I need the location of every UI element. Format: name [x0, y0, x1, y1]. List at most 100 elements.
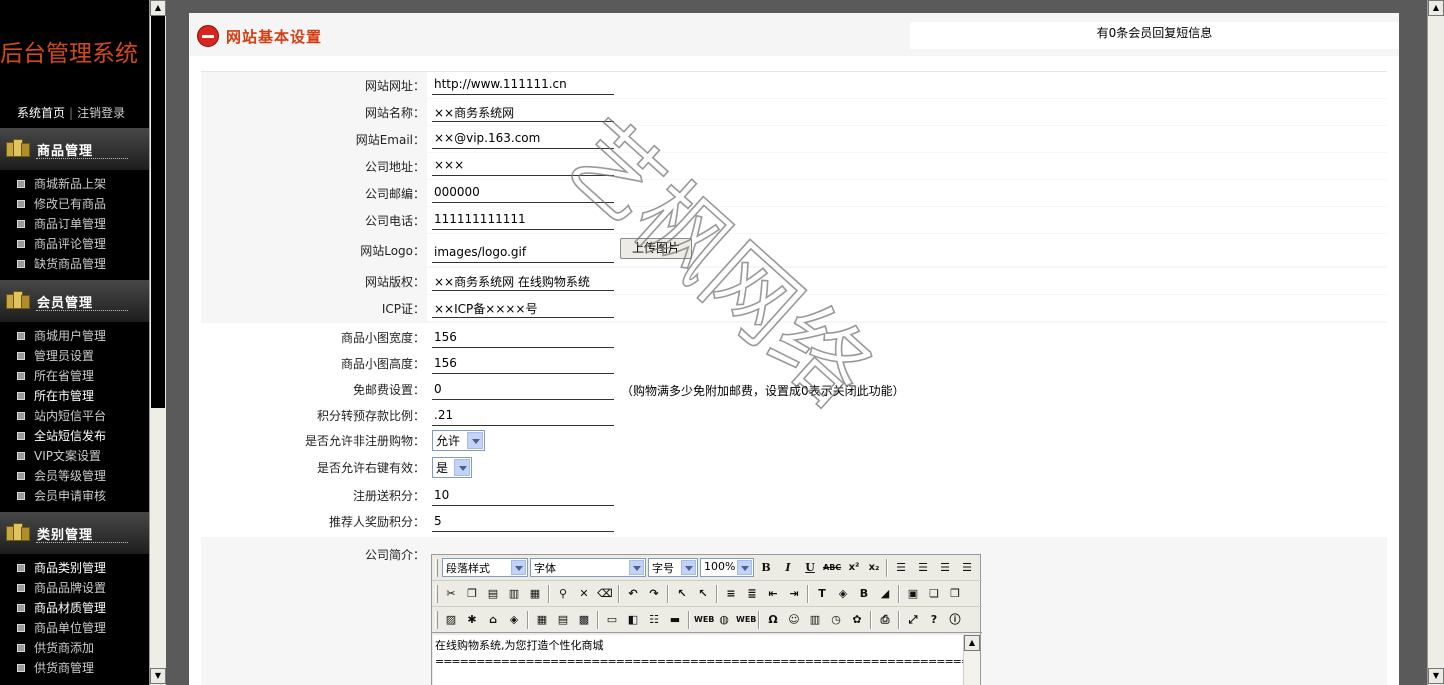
strikethrough-icon[interactable]: ABC: [823, 559, 841, 577]
section-members[interactable]: 会员管理: [0, 280, 149, 322]
date-icon[interactable]: ▥: [806, 611, 824, 629]
align-center-icon[interactable]: ☰: [914, 559, 932, 577]
page-scrollbar[interactable]: ▲ ▼: [1427, 0, 1444, 685]
menu-item[interactable]: 会员等级管理: [17, 466, 106, 486]
undo-icon[interactable]: ↶: [624, 585, 642, 603]
web-unlink-icon[interactable]: WEB: [736, 611, 756, 629]
right-click-select[interactable]: 是: [432, 457, 472, 478]
menu-item[interactable]: 商城新品上架: [17, 174, 106, 194]
find-icon[interactable]: ⚲: [554, 585, 572, 603]
text-color-icon[interactable]: T: [813, 585, 831, 603]
time-icon[interactable]: ◷: [827, 611, 845, 629]
globe-icon[interactable]: ◍: [715, 611, 733, 629]
window-icon[interactable]: ❒: [946, 585, 964, 603]
maximize-icon[interactable]: ⤢: [904, 611, 922, 629]
emoticon-icon[interactable]: ☺: [785, 611, 803, 629]
settings-icon[interactable]: ✿: [848, 611, 866, 629]
file-icon[interactable]: ◈: [505, 611, 523, 629]
free-shipping-input[interactable]: 0: [432, 379, 614, 400]
paste-icon[interactable]: ▤: [484, 585, 502, 603]
paste-text-icon[interactable]: ▥: [505, 585, 523, 603]
form-icon[interactable]: ▭: [603, 611, 621, 629]
thumb-width-input[interactable]: 156: [432, 327, 614, 348]
import-icon[interactable]: ⎙: [876, 611, 894, 629]
menu-item[interactable]: 修改已有商品: [17, 194, 106, 214]
scrollbar-thumb[interactable]: [151, 16, 165, 408]
site-copyright-input[interactable]: ××商务系统网 在线购物系统: [432, 270, 614, 291]
frame-icon[interactable]: ◧: [624, 611, 642, 629]
menu-item[interactable]: 商品类别管理: [17, 558, 106, 578]
menu-item[interactable]: 商品材质管理: [17, 598, 106, 618]
site-url-input[interactable]: http://www.111111.cn: [432, 74, 614, 95]
font-size-select[interactable]: 字号: [648, 558, 698, 577]
paragraph-style-select[interactable]: 段落样式: [442, 558, 528, 577]
special-char-icon[interactable]: Ω: [764, 611, 782, 629]
editor-scrollbar[interactable]: ▲: [963, 635, 980, 685]
scroll-up-icon[interactable]: ▲: [1428, 0, 1444, 16]
editor-content[interactable]: 在线购物系统,为您打造个性化商城 =======================…: [433, 635, 963, 685]
copy-icon[interactable]: ❐: [463, 585, 481, 603]
scroll-down-icon[interactable]: ▼: [150, 668, 166, 684]
scroll-up-icon[interactable]: ▲: [964, 635, 980, 651]
menu-item[interactable]: VIP文案设置: [17, 446, 106, 466]
menu-item[interactable]: 商品订单管理: [17, 214, 106, 234]
eraser-icon[interactable]: ⌫: [596, 585, 614, 603]
company-phone-input[interactable]: 111111111111: [432, 209, 614, 230]
company-zip-input[interactable]: 000000: [432, 182, 614, 203]
site-logo-input[interactable]: images/logo.gif: [432, 242, 614, 263]
bold-icon[interactable]: B: [757, 559, 775, 577]
menu-item[interactable]: 站内短信平台: [17, 406, 106, 426]
menu-item[interactable]: 商品单位管理: [17, 618, 106, 638]
site-email-input[interactable]: ××@vip.163.com: [432, 128, 614, 149]
menu-item[interactable]: 所在省管理: [17, 366, 106, 386]
underline-icon[interactable]: U: [801, 559, 819, 577]
home-link[interactable]: 系统首页: [17, 106, 65, 120]
zoom-select[interactable]: 100%: [700, 558, 754, 577]
thumb-height-input[interactable]: 156: [432, 353, 614, 374]
scroll-down-icon[interactable]: ▼: [1428, 668, 1444, 684]
cut-icon[interactable]: ✂: [442, 585, 460, 603]
site-name-input[interactable]: ××商务系统网: [432, 101, 614, 122]
menu-item[interactable]: 供货商添加: [17, 638, 106, 658]
web-link-icon[interactable]: WEB: [694, 611, 714, 629]
align-justify-icon[interactable]: ☰: [958, 559, 976, 577]
menu-item[interactable]: 全站短信发布: [17, 426, 106, 446]
menu-item[interactable]: 商品评论管理: [17, 234, 106, 254]
superscript-icon[interactable]: x²: [845, 559, 863, 577]
flash-icon[interactable]: ✱: [463, 611, 481, 629]
company-address-input[interactable]: ×××: [432, 155, 614, 176]
points-ratio-input[interactable]: .21: [432, 405, 614, 426]
about-icon[interactable]: ⓘ: [946, 611, 964, 629]
select-icon[interactable]: ↖: [673, 585, 691, 603]
layer-icon[interactable]: ❏: [925, 585, 943, 603]
help-icon[interactable]: ?: [925, 611, 943, 629]
cell-icon[interactable]: ▩: [575, 611, 593, 629]
menu-item[interactable]: 管理员设置: [17, 346, 106, 366]
menu-item[interactable]: 供货商管理: [17, 658, 106, 678]
table-props-icon[interactable]: ▤: [554, 611, 572, 629]
background-color-icon[interactable]: B: [855, 585, 873, 603]
outdent-icon[interactable]: ⇤: [764, 585, 782, 603]
menu-item[interactable]: 商品品牌设置: [17, 578, 106, 598]
select-all-icon[interactable]: ↖: [694, 585, 712, 603]
referrer-points-input[interactable]: 5: [432, 511, 614, 532]
register-points-input[interactable]: 10: [432, 485, 614, 506]
guest-purchase-select[interactable]: 允许: [432, 430, 485, 451]
remove-format-icon[interactable]: ◢: [876, 585, 894, 603]
fullscreen-icon[interactable]: ▣: [904, 585, 922, 603]
paste-word-icon[interactable]: ▦: [526, 585, 544, 603]
indent-icon[interactable]: ⇥: [785, 585, 803, 603]
menu-item[interactable]: 所在市管理: [17, 386, 106, 406]
highlight-icon[interactable]: ◈: [834, 585, 852, 603]
media-icon[interactable]: ⌂: [484, 611, 502, 629]
scroll-up-icon[interactable]: ▲: [150, 0, 166, 16]
font-select[interactable]: 字体: [530, 558, 646, 577]
upload-image-button[interactable]: 上传图片: [620, 238, 692, 259]
table-icon[interactable]: ▦: [533, 611, 551, 629]
align-right-icon[interactable]: ☰: [936, 559, 954, 577]
ordered-list-icon[interactable]: ≡: [722, 585, 740, 603]
delete-icon[interactable]: ✕: [575, 585, 593, 603]
icp-input[interactable]: ××ICP备××××号: [432, 297, 614, 318]
left-scrollbar[interactable]: ▲ ▼: [149, 0, 166, 685]
section-goods[interactable]: 商品管理: [0, 128, 149, 170]
